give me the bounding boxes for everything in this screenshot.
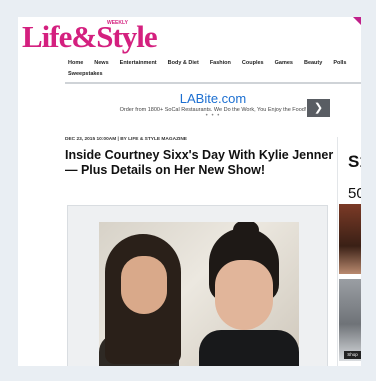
browser-frame: Life&Style WEEKLY Home News Entertainmen… (18, 17, 361, 366)
ad-next-button[interactable]: ❯ (307, 99, 330, 117)
logo-weekly-label: WEEKLY (107, 20, 128, 26)
nav-item-fashion[interactable]: Fashion (210, 60, 231, 66)
shop-button[interactable]: Shop (344, 351, 361, 359)
nav-item-sweepstakes[interactable]: Sweepstakes (68, 71, 103, 77)
nav-item-games[interactable]: Games (275, 60, 293, 66)
site-logo[interactable]: Life&Style (22, 19, 158, 55)
sidebar-heading: S1 (348, 152, 361, 171)
chevron-right-icon: ❯ (313, 102, 324, 114)
main-nav: Home News Entertainment Body & Diet Fash… (68, 60, 361, 77)
article-headline[interactable]: Inside Courtney Sixx's Day With Kylie Je… (65, 148, 337, 177)
photo-jacket (199, 330, 299, 366)
sidebar-divider (337, 137, 338, 366)
ad-pager-dots: • • • (205, 113, 221, 119)
photo-face-left (121, 256, 167, 314)
sidebar-subheading: 50 (348, 185, 361, 202)
nav-item-couples[interactable]: Couples (242, 60, 264, 66)
article-photo[interactable] (99, 222, 299, 366)
nav-item-entertainment[interactable]: Entertainment (120, 60, 157, 66)
nav-item-beauty[interactable]: Beauty (304, 60, 322, 66)
nav-item-news[interactable]: News (94, 60, 108, 66)
nav-item-body-diet[interactable]: Body & Diet (168, 60, 199, 66)
nav-item-home[interactable]: Home (68, 60, 83, 66)
photo-face-right (215, 260, 273, 330)
sidebar-product-image-2[interactable] (339, 279, 361, 361)
nav-row: Home News Entertainment Body & Diet Fash… (68, 60, 361, 66)
ad-brand[interactable]: LABite.com (88, 91, 338, 106)
nav-row-2: Sweepstakes (68, 71, 361, 77)
sidebar-product-image-1[interactable] (339, 204, 361, 274)
article-meta: DEC 23, 2015 10:00AM | BY LIFE & STYLE M… (65, 137, 188, 142)
nav-item-polls[interactable]: Polls (333, 60, 346, 66)
ad-banner[interactable]: LABite.com Order from 1800+ SoCal Restau… (88, 91, 338, 127)
nav-divider (65, 82, 361, 84)
corner-accent (353, 17, 361, 25)
